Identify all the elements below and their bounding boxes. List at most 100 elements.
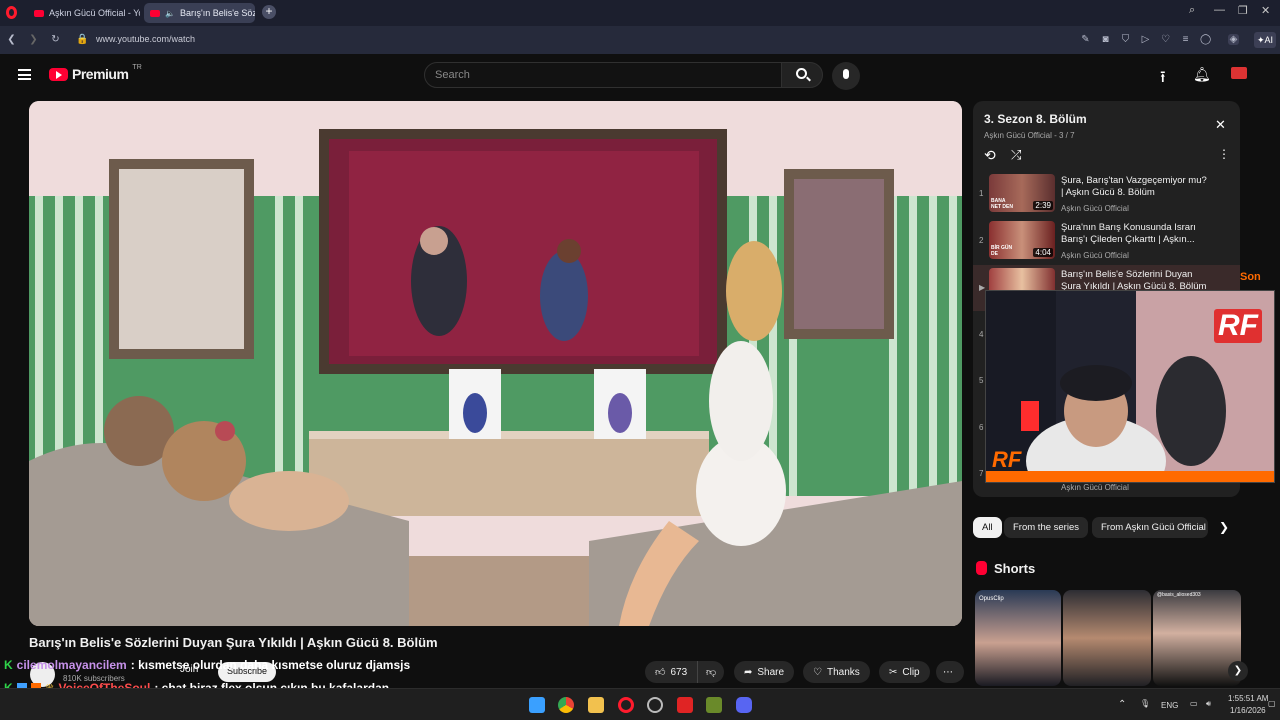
like-button[interactable]: 👍︎ 673 bbox=[645, 661, 698, 683]
streamer-brand-logo: RF bbox=[1214, 309, 1262, 343]
more-options-icon[interactable]: ⋮ bbox=[1218, 147, 1230, 161]
clip-button[interactable]: ✂ Clip bbox=[879, 661, 930, 683]
address-bar: ❮ ❯ ↻ 🔒 www.youtube.com/watch ✎ ◙ ⛉ ▷ ♡ … bbox=[0, 26, 1280, 54]
chat-username: cilemolmayancilem bbox=[16, 658, 127, 672]
camera-icon[interactable]: ◙ bbox=[1100, 34, 1111, 45]
playlist-item-title: Şura, Barış'tan Vazgeçemiyor mu? | Aşkın… bbox=[1061, 175, 1207, 198]
youtube-favicon-icon bbox=[150, 9, 160, 17]
speaker-icon[interactable]: 🔊︎ bbox=[1206, 699, 1211, 709]
back-icon[interactable]: ❮ bbox=[6, 34, 17, 45]
share-label: Share bbox=[757, 666, 785, 678]
hamburger-menu-icon[interactable] bbox=[18, 69, 31, 80]
language-indicator[interactable]: ENG bbox=[1161, 701, 1178, 710]
video-title: Barış'ın Belis'e Sözlerini Duyan Şura Yı… bbox=[29, 635, 438, 650]
tray-mic-icon[interactable]: 🎙︎ bbox=[1140, 699, 1150, 708]
shield-icon[interactable]: ⛉ bbox=[1120, 34, 1131, 45]
search-input[interactable]: Search bbox=[424, 62, 782, 88]
chip-all[interactable]: All bbox=[973, 517, 1002, 538]
minimize-icon[interactable]: — bbox=[1214, 4, 1225, 16]
thumbnail-caption: BANA NET DEN bbox=[991, 198, 1013, 210]
heart-icon[interactable]: ♡ bbox=[1160, 34, 1171, 45]
video-player[interactable] bbox=[29, 101, 962, 626]
playlist-item-number: 2 bbox=[979, 236, 984, 245]
scissors-icon: ✂ bbox=[889, 666, 898, 678]
opera-icon[interactable] bbox=[618, 697, 634, 713]
playlist-item[interactable]: 1 BANA NET DEN 2:39 Şura, Barış'tan Vazg… bbox=[973, 171, 1240, 217]
close-window-icon[interactable]: ✕ bbox=[1261, 4, 1270, 17]
logo-text: Premium bbox=[72, 66, 129, 82]
clock-date[interactable]: 1/16/2026 bbox=[1230, 706, 1266, 715]
notification-icon[interactable]: ▢ bbox=[1268, 699, 1276, 708]
youtube-header: Premium TR Search ⭱ 🔔︎ bbox=[0, 54, 1280, 98]
playlist-item-number: 5 bbox=[979, 376, 984, 385]
file-explorer-icon[interactable] bbox=[588, 697, 604, 713]
short-label: @basis_aliosed303 bbox=[1157, 592, 1201, 598]
app-icon[interactable] bbox=[647, 697, 663, 713]
playlist-title[interactable]: 3. Sezon 8. Bölüm bbox=[984, 112, 1087, 126]
windows-start-icon[interactable] bbox=[529, 697, 545, 713]
playlist-item-channel: Aşkın Gücü Official bbox=[1061, 483, 1129, 492]
playlist-item-title: Şura'nın Barış Konusunda Israrı Barış'ı … bbox=[1061, 222, 1196, 245]
youtube-play-logo-icon bbox=[49, 67, 68, 81]
shuffle-icon[interactable]: ⤮ bbox=[1011, 147, 1021, 163]
short-card[interactable] bbox=[1063, 590, 1151, 686]
url-field[interactable]: www.youtube.com/watch bbox=[96, 34, 195, 44]
logo-region: TR bbox=[132, 63, 142, 71]
tab-askin-gucu[interactable]: Aşkın Gücü Official - YouTu bbox=[28, 3, 140, 23]
tray-chevron-icon[interactable]: ⌃ bbox=[1118, 699, 1126, 710]
more-actions-button[interactable]: ⋯ bbox=[936, 661, 964, 683]
speaker-icon: 🔈 bbox=[165, 8, 175, 18]
edit-icon[interactable]: ✎ bbox=[1080, 34, 1091, 45]
streamer-brand-logo-small: RF bbox=[992, 447, 1022, 472]
playlist-subtitle: Aşkın Gücü Official - 3 / 7 bbox=[984, 131, 1075, 140]
chip-from-series[interactable]: From the series bbox=[1004, 517, 1088, 538]
tv-channel-tag: Son bbox=[1240, 271, 1261, 283]
thumbnail-caption: BİR GÜN DE bbox=[991, 245, 1013, 257]
tab-label: Barış'ın Belis'e Sözlerini bbox=[179, 8, 255, 18]
clock-time[interactable]: 1:55:51 AM bbox=[1228, 694, 1268, 703]
notifications-bell-icon[interactable]: 🔔︎ bbox=[1193, 66, 1211, 83]
ai-label: AI bbox=[1264, 35, 1274, 45]
thanks-icon: ♡ bbox=[813, 666, 822, 678]
reload-icon[interactable]: ↻ bbox=[50, 34, 61, 45]
playlist-item-number: 1 bbox=[979, 189, 984, 198]
playlist-item[interactable]: 2 BİR GÜN DE 4:04 Şura'nın Barış Konusun… bbox=[973, 218, 1240, 264]
close-icon[interactable]: ✕ bbox=[1215, 117, 1226, 133]
monitor-icon[interactable]: ▭ bbox=[1190, 699, 1198, 708]
thanks-button[interactable]: ♡ Thanks bbox=[803, 661, 870, 683]
youtube-favicon-icon bbox=[34, 9, 44, 17]
chip-from-channel[interactable]: From Aşkın Gücü Official bbox=[1092, 517, 1208, 538]
microphone-icon bbox=[843, 69, 849, 79]
opera-logo-icon[interactable] bbox=[6, 6, 17, 19]
youtube-logo[interactable]: Premium TR bbox=[49, 63, 142, 82]
share-icon: ➦ bbox=[744, 666, 753, 678]
search-tabs-icon[interactable]: ⌕ bbox=[1189, 4, 1195, 17]
search-button[interactable] bbox=[781, 62, 823, 88]
discord-icon[interactable] bbox=[736, 697, 752, 713]
profile-icon[interactable]: ◯ bbox=[1200, 34, 1211, 45]
chat-message: K cilemolmayancilem : kısmetse olurdan d… bbox=[4, 658, 410, 672]
kick-badge-icon: K bbox=[4, 658, 13, 672]
chrome-icon[interactable] bbox=[558, 697, 574, 713]
playlist-item-channel: Aşkın Gücü Official bbox=[1061, 204, 1129, 213]
voice-search-button[interactable] bbox=[832, 62, 860, 90]
new-tab-button[interactable]: + bbox=[262, 5, 276, 19]
chevron-right-icon[interactable]: ❯ bbox=[1219, 520, 1229, 534]
maximize-icon[interactable]: ❐ bbox=[1238, 4, 1248, 17]
short-card[interactable]: OpusClip bbox=[975, 590, 1061, 686]
recorder-icon[interactable] bbox=[677, 697, 693, 713]
dislike-button[interactable]: 👎︎ bbox=[697, 661, 725, 683]
app-leaf-icon[interactable] bbox=[706, 697, 722, 713]
extension-icon[interactable]: ◈ bbox=[1228, 34, 1239, 45]
share-button[interactable]: ➦ Share bbox=[734, 661, 795, 683]
shorts-next-icon[interactable]: ❯ bbox=[1228, 661, 1248, 681]
upload-icon[interactable]: ⭱ bbox=[1160, 66, 1166, 93]
forward-icon[interactable]: ❯ bbox=[28, 34, 39, 45]
tab-baris-belis[interactable]: 🔈 Barış'ın Belis'e Sözlerini bbox=[144, 3, 255, 23]
play-icon[interactable]: ▷ bbox=[1140, 34, 1151, 45]
ai-button[interactable]: ✦AI bbox=[1254, 32, 1277, 48]
menu-lines-icon[interactable]: ≡ bbox=[1180, 34, 1191, 45]
loop-icon[interactable]: ⟲ bbox=[984, 147, 996, 164]
avatar[interactable] bbox=[1231, 67, 1247, 79]
thanks-label: Thanks bbox=[826, 666, 860, 678]
